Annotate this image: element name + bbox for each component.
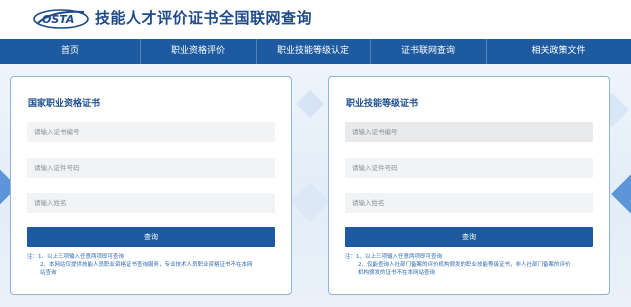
decorative-diamond [611,174,631,214]
osta-logo[interactable]: OSTA [32,6,90,30]
nav-item-skill-level-certification[interactable]: 职业技能等级认定 [256,39,370,64]
certificate-number-input[interactable] [27,122,275,142]
site-title: 技能人才评价证书全国联网查询 [95,9,313,27]
decorative-diamond [290,182,330,222]
name-input[interactable] [345,193,593,213]
id-number-input[interactable] [345,158,593,178]
national-qualification-certificate-card: 国家职业资格证书 查询 注：1、以上三项输入任意两项即可查询 2、本网站仅提供技… [10,76,292,295]
nav-item-policy-documents[interactable]: 相关政策文件 [486,39,631,64]
logo-text: OSTA [42,13,74,26]
card-title: 职业技能等级证书 [346,99,419,109]
note-line: 机构颁发的证书不在本网站查询 [358,270,436,276]
query-button[interactable]: 查询 [27,227,275,247]
query-notes: 注：1、以上三项输入任意两项即可查询 2、本网站仅提供技能人员职业资格证书查询服… [27,253,281,277]
name-input[interactable] [27,193,275,213]
note-line: 2、仅能查询人社部门备案的评价机构颁发的职业技能等级证书，非人社部门备案的评价 [358,262,571,268]
note-line: 站查询 [40,270,57,276]
note-line: 注：1、以上三项输入任意两项即可查询 [27,254,125,260]
nav-item-home[interactable]: 首页 [0,39,140,64]
decorative-diamond [295,89,325,119]
nav-item-qualification-evaluation[interactable]: 职业资格评价 [140,39,256,64]
note-line: 2、本网站仅提供技能人员职业资格证书查询服务，专业技术人员职业资格证书不在本网 [40,262,253,268]
card-title: 国家职业资格证书 [28,99,101,109]
skill-level-certificate-card: 职业技能等级证书 查询 注：1、以上三项输入任意两项即可查询 2、仅能查询人社部… [328,76,610,295]
id-number-input[interactable] [27,158,275,178]
query-button[interactable]: 查询 [345,227,593,247]
nav-item-certificate-query[interactable]: 证书联网查询 [370,39,486,64]
main-nav: 首页 职业资格评价 职业技能等级认定 证书联网查询 相关政策文件 [0,39,631,64]
query-notes: 注：1、以上三项输入任意两项即可查询 2、仅能查询人社部门备案的评价机构颁发的职… [345,253,599,277]
certificate-number-input[interactable] [345,122,593,142]
note-line: 注：1、以上三项输入任意两项即可查询 [345,254,443,260]
site-header: OSTA 技能人才评价证书全国联网查询 [0,0,631,39]
